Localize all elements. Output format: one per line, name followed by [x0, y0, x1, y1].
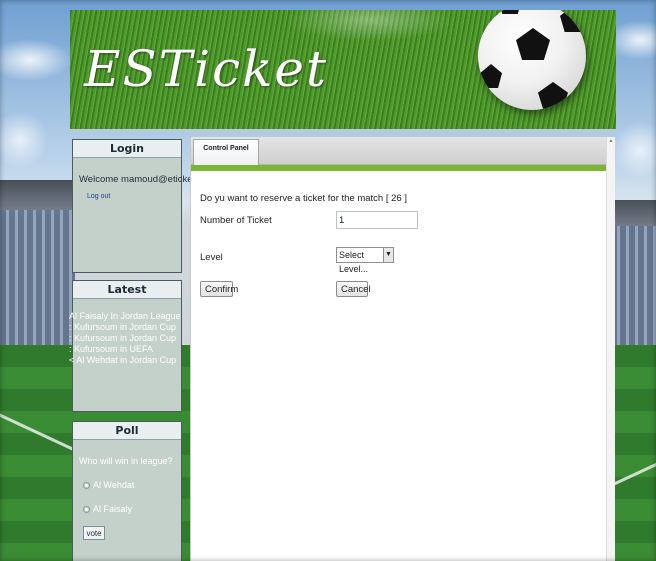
welcome-text: Welcome mamoud@eticket.com	[79, 174, 216, 185]
news-item[interactable]: : Kufursoum in Jordan Cup	[69, 333, 176, 344]
news-item[interactable]: < Al Wehdat in Jordan Cup	[69, 355, 176, 366]
tab-control-panel[interactable]: Control Panel	[193, 139, 259, 165]
login-panel: Login Welcome mamoud@eticket.com Log out	[72, 139, 216, 273]
radio-icon[interactable]	[83, 505, 90, 513]
number-of-ticket-input[interactable]	[336, 211, 418, 229]
news-item[interactable]: : Kufursoum in UEFA	[69, 344, 175, 355]
main-content: Control Panel Do yu want to reserve a ti…	[190, 137, 606, 561]
arrow-up-icon[interactable]: ▲	[608, 138, 614, 144]
vertical-scrollbar[interactable]: ▲	[606, 137, 615, 561]
poll-option-label: Al Wehdat	[93, 480, 135, 490]
cancel-button[interactable]: Cancel	[336, 281, 371, 297]
vote-button[interactable]: vote	[83, 526, 105, 540]
poll-question: Who will win in league?	[79, 456, 173, 466]
poll-option-label: Al Faisaly	[93, 504, 133, 514]
chevron-down-icon[interactable]: ▼	[383, 248, 393, 262]
logout-link[interactable]: Log out	[87, 193, 175, 200]
level-select[interactable]: Select Level... ▼	[336, 247, 394, 274]
radio-icon[interactable]	[83, 481, 90, 489]
latest-panel: Latest Al Faisaly In Jordan League : Kuf…	[69, 280, 182, 412]
login-panel-title: Login	[73, 140, 181, 158]
poll-option-al-wehdat[interactable]: Al Wehdat	[83, 480, 175, 490]
header-banner: ESTicket	[70, 10, 616, 132]
level-select-value: Select Level...	[339, 250, 369, 274]
site-title: ESTicket	[84, 40, 329, 98]
number-of-ticket-label: Number of Ticket	[200, 215, 272, 226]
reservation-question: Do yu want to reserve a ticket for the m…	[200, 193, 407, 204]
news-item[interactable]: : Kufursoum in Jordan Cup	[69, 322, 176, 333]
background-stadium-right	[611, 200, 656, 350]
background-stadium-left	[0, 180, 75, 350]
poll-option-al-faisaly[interactable]: Al Faisaly	[83, 504, 175, 514]
tab-strip: Control Panel	[191, 137, 606, 165]
poll-panel: Poll Who will win in league? Al Wehdat A…	[72, 421, 182, 561]
confirm-button[interactable]: Confirm	[200, 281, 238, 297]
poll-panel-title: Poll	[73, 422, 181, 440]
accent-bar	[191, 165, 606, 171]
news-item[interactable]: Al Faisaly In Jordan League	[69, 311, 181, 322]
soccer-ball-icon	[478, 10, 586, 110]
latest-news-list: Al Faisaly In Jordan League : Kufursoum …	[69, 311, 181, 366]
level-label: Level	[200, 252, 223, 263]
latest-panel-title: Latest	[73, 281, 181, 299]
